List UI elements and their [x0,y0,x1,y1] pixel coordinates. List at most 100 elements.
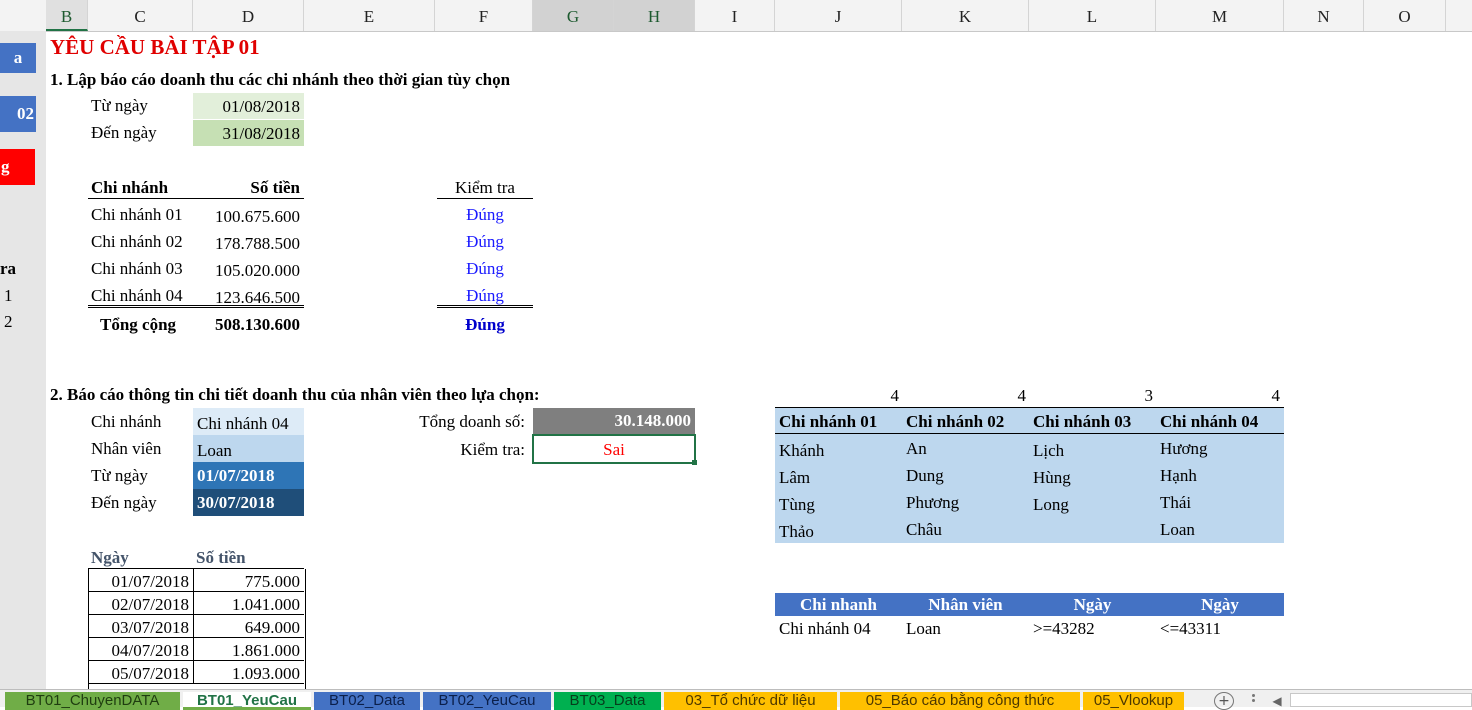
s1-col-check: Kiểm tra [437,178,533,199]
criteria-header-staff: Nhân viên [928,595,1003,614]
section2-heading: 2. Báo cáo thông tin chi tiết doanh thu … [50,385,540,404]
column-header-j[interactable]: J [775,0,902,31]
nav-button-a[interactable]: a [0,43,36,73]
s2-sales-value[interactable]: 30.148.000 [533,408,695,434]
sheet-tab-bt02-yeucau[interactable]: BT02_YeuCau [423,692,551,710]
s1-total-amount: 508.130.600 [215,315,300,334]
s2-row3-date: 03/07/2018 [89,615,194,638]
s2-to-label: Đến ngày [91,493,157,512]
horizontal-scrollbar[interactable] [1290,693,1472,707]
section1-heading: 1. Lập báo cáo doanh thu các chi nhánh t… [50,70,511,89]
s1-col-amount: Số tiền [193,178,304,199]
s2-check-label: Kiểm tra: [460,440,525,459]
s2-row4-amount: 1.861.000 [194,638,304,661]
column-header-i[interactable]: I [695,0,775,31]
add-sheet-icon[interactable]: + [1214,692,1234,710]
nav-button-red[interactable]: g [0,149,35,185]
s2-row1-amount: 775.000 [194,569,304,592]
tab-splitter-handle[interactable] [1252,694,1256,706]
s2-to-date-cell[interactable]: 30/07/2018 [193,489,304,516]
column-header-row: B C D E F G H I J K L M N O [0,0,1472,32]
partial-label-2: 2 [4,312,13,331]
s2-col-amount: Số tiền [193,548,304,569]
s1-row2-amount: 178.788.500 [215,234,300,253]
criteria-header-row: Chi nhanh Nhân viên Ngày Ngày [775,593,1284,616]
s2-from-label: Từ ngày [91,466,148,485]
s2-staff-label: Nhân viên [91,439,162,458]
sheet-tab-bao-cao-cong-thuc[interactable]: 05_Báo cáo bằng công thức [840,692,1080,710]
s1-to-date-cell[interactable]: 31/08/2018 [193,120,304,146]
column-header-g[interactable]: G [533,0,614,31]
s1-row2-branch: Chi nhánh 02 [91,232,183,251]
staff-cell: Dung [906,466,944,485]
criteria-header-date-from: Ngày [1073,595,1112,614]
sheet-tab-bar: BT01_ChuyenDATA BT01_YeuCau BT02_Data BT… [0,689,1472,710]
s1-from-label: Từ ngày [91,96,148,115]
s2-sales-label: Tổng doanh số: [419,412,525,431]
branch-count-2: 4 [1017,386,1027,405]
s2-row5-date: 05/07/2018 [89,661,194,684]
column-header-m[interactable]: M [1156,0,1284,31]
criteria-branch: Chi nhánh 04 [779,619,871,638]
column-header-n[interactable]: N [1284,0,1364,31]
column-header-f[interactable]: F [435,0,533,31]
s1-row1-branch: Chi nhánh 01 [91,205,183,224]
page-title: YÊU CẦU BÀI TẬP 01 [50,35,260,59]
branch-staff-table: Chi nhánh 01 Chi nhánh 02 Chi nhánh 03 C… [775,407,1284,543]
column-header-e[interactable]: E [304,0,435,31]
sheet-tab-bt01-chuyendata[interactable]: BT01_ChuyenDATA [5,692,180,710]
partial-label-1: 1 [4,286,13,305]
s1-total-label: Tổng cộng [100,315,177,334]
sheet-tab-bt03-data[interactable]: BT03_Data [554,692,661,710]
column-header-o[interactable]: O [1364,0,1446,31]
criteria-header-branch: Chi nhanh [799,595,878,614]
staff-cell: Hương [1160,439,1208,458]
branch-count-3: 3 [1144,386,1154,405]
s2-row2-date: 02/07/2018 [89,592,194,615]
staff-cell: Tùng [779,495,815,514]
s1-col-branch: Chi nhánh [88,178,193,199]
sheet-tab-vlookup[interactable]: 05_Vlookup [1083,692,1184,710]
nav-button-bt02[interactable]: 02 [0,96,36,132]
staff-cell: Châu [906,520,942,539]
column-header-c[interactable]: C [88,0,193,31]
s1-from-date-cell[interactable]: 01/08/2018 [193,93,304,119]
s1-to-label: Đến ngày [91,123,157,142]
sheet-tab-bt02-data[interactable]: BT02_Data [314,692,420,710]
column-header-b[interactable]: B [46,0,88,31]
s2-staff-select[interactable]: Loan [193,435,304,462]
branch-count-4: 4 [1271,386,1281,405]
criteria-date-from: >=43282 [1033,619,1095,638]
criteria-staff: Loan [906,619,941,638]
s2-from-date-cell[interactable]: 01/07/2018 [193,462,304,489]
s1-row3-check: Đúng [466,259,504,278]
sheet-tab-to-chuc-du-lieu[interactable]: 03_Tổ chức dữ liệu [664,692,837,710]
partial-label-ra: ra [0,259,17,278]
column-header-k[interactable]: K [902,0,1029,31]
column-header-d[interactable]: D [193,0,304,31]
s2-branch-select[interactable]: Chi nhánh 04 [193,408,304,435]
s2-col-date: Ngày [88,548,193,569]
s1-row4-check: Đúng [466,286,504,305]
criteria-header-date-to: Ngày [1201,595,1239,614]
s1-row1-check: Đúng [466,205,504,224]
staff-cell: Thảo [779,522,814,541]
s2-check-value-selected-cell[interactable]: Sai [532,434,696,464]
branch-header-1: Chi nhánh 01 [779,412,878,431]
s1-row4-branch: Chi nhánh 04 [91,286,183,305]
column-header-h[interactable]: H [614,0,695,31]
staff-cell: Lâm [779,468,811,487]
s1-row3-amount: 105.020.000 [215,261,300,280]
branch-header-4: Chi nhánh 04 [1160,412,1259,431]
s1-row3-branch: Chi nhánh 03 [91,259,183,278]
s2-row1-date: 01/07/2018 [89,569,194,592]
staff-cell: Lịch [1033,441,1065,460]
fill-handle[interactable] [692,460,697,465]
s2-row4-date: 04/07/2018 [89,638,194,661]
s2-row3-amount: 649.000 [194,615,304,638]
s2-row5-amount: 1.093.000 [194,661,304,684]
s1-row4-amount: 123.646.500 [215,288,300,307]
s1-row2-check: Đúng [466,232,504,251]
sheet-tab-bt01-yeucau[interactable]: BT01_YeuCau [183,692,311,710]
column-header-l[interactable]: L [1029,0,1156,31]
